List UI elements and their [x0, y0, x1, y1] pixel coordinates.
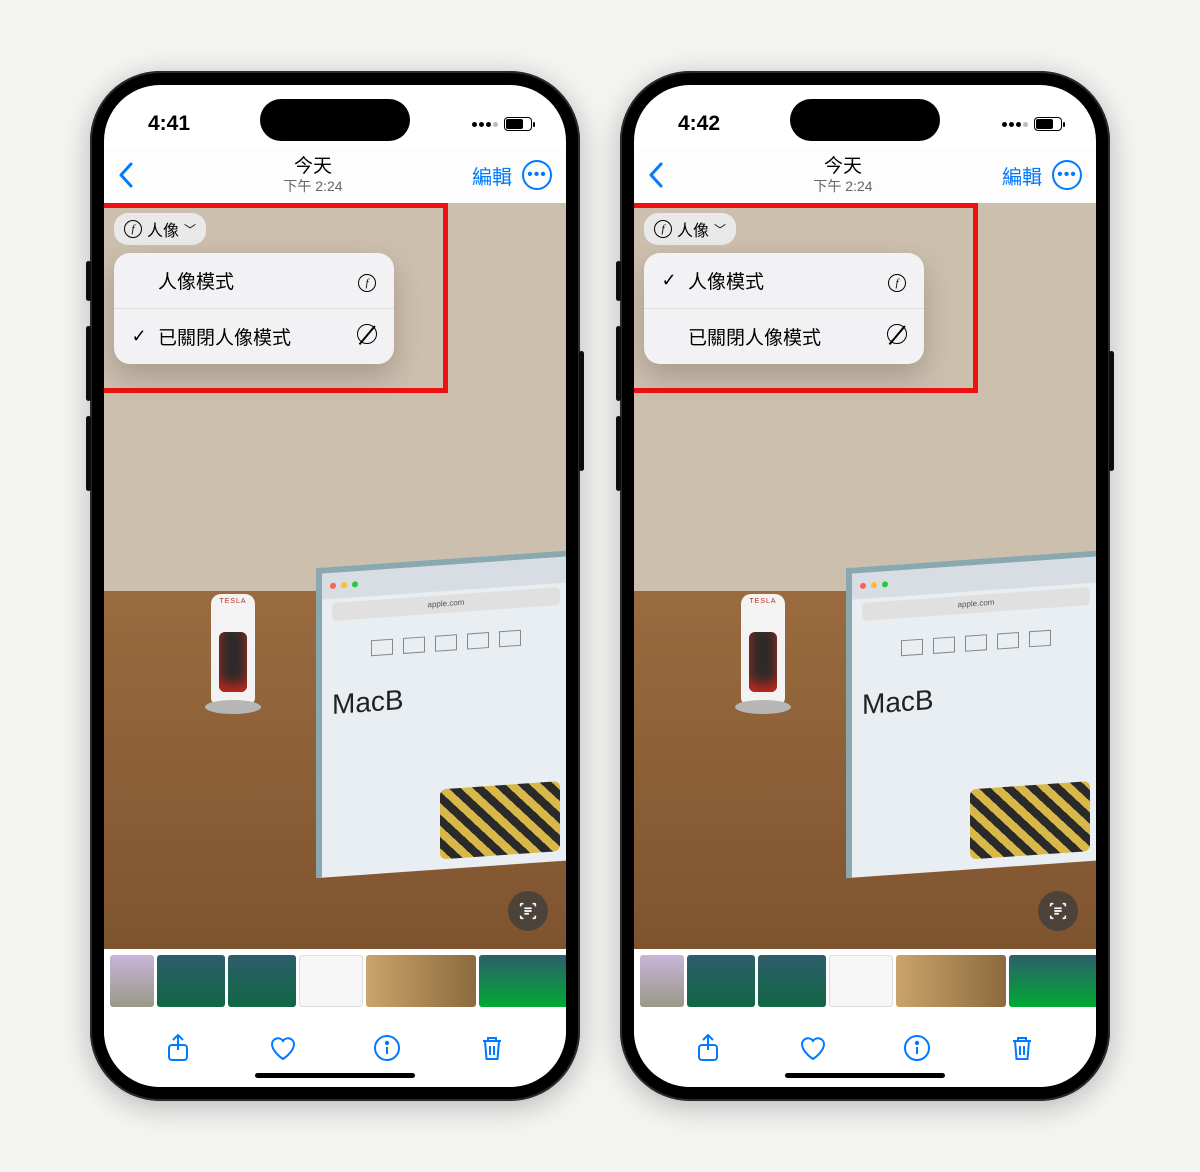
- photo-object-charger: TESLA: [729, 579, 799, 714]
- signal-icon: [1002, 122, 1028, 127]
- check-icon: ✓: [660, 270, 678, 291]
- check-icon: ✓: [130, 326, 148, 347]
- home-indicator[interactable]: [785, 1073, 945, 1078]
- nav-title: 今天 下午 2:24: [154, 156, 472, 194]
- photo-object-laptop: apple.com MacB: [846, 550, 1096, 878]
- portrait-chip-label: 人像: [147, 217, 179, 241]
- screen: 4:42 今天 下午 2:24 編輯 •••: [634, 85, 1096, 1087]
- iphone-frame-left: 4:41 今天 下午 2:24 編輯 •••: [90, 71, 580, 1101]
- thumbnail[interactable]: [110, 955, 154, 1007]
- thumbnail[interactable]: [758, 955, 826, 1007]
- more-button[interactable]: •••: [1052, 160, 1082, 190]
- thumbnail[interactable]: [479, 955, 566, 1007]
- aperture-off-icon: [356, 324, 378, 350]
- menu-item-portrait-off[interactable]: 已關閉人像模式: [644, 309, 924, 364]
- menu-label: 已關閉人像模式: [158, 323, 346, 350]
- chevron-down-icon: ﹀: [184, 221, 196, 238]
- iphone-frame-right: 4:42 今天 下午 2:24 編輯 •••: [620, 71, 1110, 1101]
- dynamic-island: [260, 99, 410, 141]
- menu-label: 人像模式: [688, 267, 876, 294]
- aperture-icon: f: [124, 220, 142, 238]
- nav-bar: 今天 下午 2:24 編輯 •••: [104, 147, 566, 203]
- thumbnail[interactable]: [687, 955, 755, 1007]
- portrait-chip[interactable]: f 人像 ﹀: [644, 213, 736, 245]
- nav-title-sub: 下午 2:24: [684, 178, 1002, 194]
- battery-icon: [1034, 117, 1062, 131]
- side-button: [86, 261, 91, 301]
- thumbnail[interactable]: [1009, 955, 1096, 1007]
- nav-title-main: 今天: [684, 156, 1002, 178]
- menu-label: 已關閉人像模式: [688, 323, 876, 350]
- info-button[interactable]: [900, 1031, 934, 1065]
- status-right: [1002, 117, 1062, 131]
- thumbnail[interactable]: [896, 955, 1006, 1007]
- chevron-down-icon: ﹀: [714, 221, 726, 238]
- status-time: 4:42: [678, 112, 720, 136]
- battery-icon: [504, 117, 532, 131]
- share-button[interactable]: [691, 1031, 725, 1065]
- menu-label: 人像模式: [158, 267, 346, 294]
- aperture-off-icon: [886, 324, 908, 350]
- aperture-icon: f: [886, 270, 908, 292]
- thumbnail[interactable]: [640, 955, 684, 1007]
- nav-title: 今天 下午 2:24: [684, 156, 1002, 194]
- volume-down-button: [86, 416, 91, 491]
- volume-down-button: [616, 416, 621, 491]
- screen: 4:41 今天 下午 2:24 編輯 •••: [104, 85, 566, 1087]
- photo-object-charger: TESLA: [199, 579, 269, 714]
- back-button[interactable]: [118, 162, 154, 188]
- side-button: [616, 261, 621, 301]
- volume-up-button: [86, 326, 91, 401]
- portrait-chip[interactable]: f 人像 ﹀: [114, 213, 206, 245]
- aperture-icon: f: [356, 270, 378, 292]
- photo-viewer[interactable]: TESLA apple.com MacB f 人像 ﹀: [104, 203, 566, 949]
- live-text-button[interactable]: [1038, 891, 1078, 931]
- volume-up-button: [616, 326, 621, 401]
- thumbnail[interactable]: [228, 955, 296, 1007]
- delete-button[interactable]: [1005, 1031, 1039, 1065]
- laptop-headline: MacB: [862, 673, 1090, 721]
- status-right: [472, 117, 532, 131]
- more-button[interactable]: •••: [522, 160, 552, 190]
- live-text-button[interactable]: [508, 891, 548, 931]
- share-button[interactable]: [161, 1031, 195, 1065]
- thumbnail-strip[interactable]: [104, 949, 566, 1013]
- back-button[interactable]: [648, 162, 684, 188]
- power-button: [1109, 351, 1114, 471]
- charger-label: TESLA: [211, 598, 255, 605]
- photo-object-laptop: apple.com MacB: [316, 550, 566, 878]
- thumbnail[interactable]: [299, 955, 363, 1007]
- thumbnail[interactable]: [157, 955, 225, 1007]
- info-button[interactable]: [370, 1031, 404, 1065]
- favorite-button[interactable]: [796, 1031, 830, 1065]
- edit-button[interactable]: 編輯: [472, 161, 512, 190]
- portrait-menu: ✓ 人像模式 f 已關閉人像模式: [644, 253, 924, 364]
- photo-viewer[interactable]: TESLA apple.com MacB f 人像 ﹀: [634, 203, 1096, 949]
- nav-title-main: 今天: [154, 156, 472, 178]
- thumbnail-strip[interactable]: [634, 949, 1096, 1013]
- edit-button[interactable]: 編輯: [1002, 161, 1042, 190]
- laptop-headline: MacB: [332, 673, 560, 721]
- aperture-icon: f: [654, 220, 672, 238]
- power-button: [579, 351, 584, 471]
- portrait-menu: 人像模式 f ✓ 已關閉人像模式: [114, 253, 394, 364]
- home-indicator[interactable]: [255, 1073, 415, 1078]
- portrait-chip-label: 人像: [677, 217, 709, 241]
- charger-label: TESLA: [741, 598, 785, 605]
- thumbnail[interactable]: [366, 955, 476, 1007]
- status-time: 4:41: [148, 112, 190, 136]
- menu-item-portrait-off[interactable]: ✓ 已關閉人像模式: [114, 309, 394, 364]
- thumbnail[interactable]: [829, 955, 893, 1007]
- favorite-button[interactable]: [266, 1031, 300, 1065]
- nav-bar: 今天 下午 2:24 編輯 •••: [634, 147, 1096, 203]
- menu-item-portrait-on[interactable]: ✓ 人像模式 f: [644, 253, 924, 309]
- nav-title-sub: 下午 2:24: [154, 178, 472, 194]
- dynamic-island: [790, 99, 940, 141]
- signal-icon: [472, 122, 498, 127]
- delete-button[interactable]: [475, 1031, 509, 1065]
- menu-item-portrait-on[interactable]: 人像模式 f: [114, 253, 394, 309]
